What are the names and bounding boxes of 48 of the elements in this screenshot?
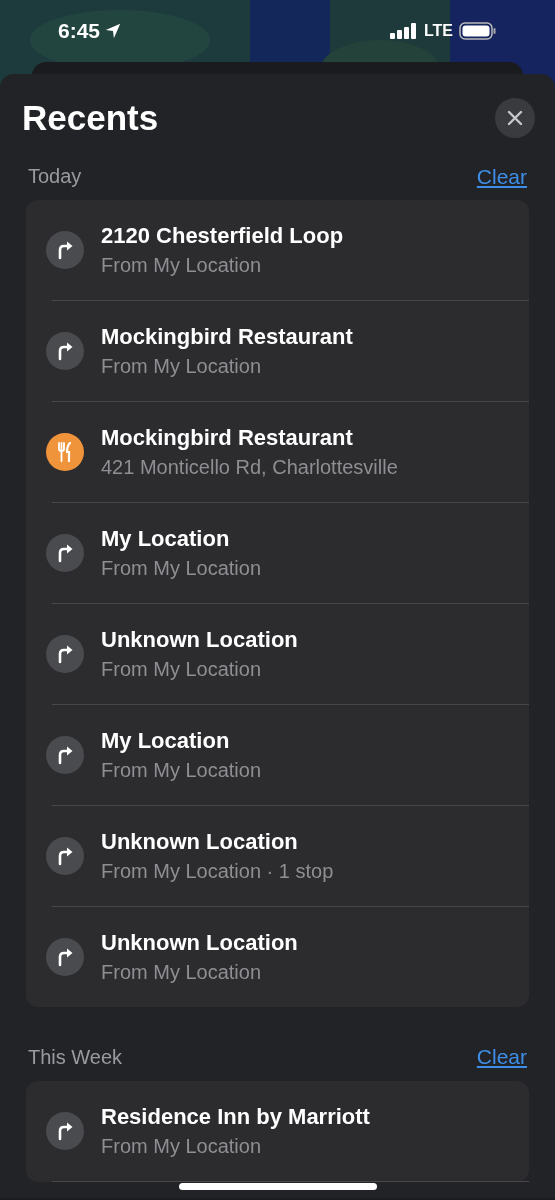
recent-item[interactable]: Mockingbird Restaurant 421 Monticello Rd, Charlottesville xyxy=(26,402,529,502)
battery-icon xyxy=(459,22,497,40)
item-title: My Location xyxy=(101,525,231,553)
close-button[interactable] xyxy=(495,98,535,139)
recent-item[interactable]: Mockingbird Restaurant From My Location xyxy=(26,301,529,401)
status-time: 6:45 xyxy=(58,18,101,45)
clear-link[interactable]: Clear xyxy=(476,1041,527,1073)
network-label: LTE xyxy=(423,21,453,41)
clear-link[interactable]: Clear xyxy=(476,160,527,192)
recent-item[interactable]: Unknown Location From My Location xyxy=(26,907,529,1007)
turn-right-icon xyxy=(46,1111,84,1150)
recent-item[interactable]: My Location From My Location xyxy=(26,503,529,603)
turn-right-icon xyxy=(46,635,84,673)
turn-right-icon xyxy=(46,332,84,370)
section-heading: This Week xyxy=(28,1044,123,1070)
item-title: Unknown Location xyxy=(101,828,299,856)
close-icon xyxy=(507,110,523,127)
fork-knife-icon xyxy=(46,433,84,471)
recent-item[interactable]: 2120 Chesterfield Loop From My Location xyxy=(26,200,529,300)
turn-right-icon xyxy=(46,736,84,774)
turn-right-icon xyxy=(46,231,84,269)
sheet-title: Recents xyxy=(22,97,159,139)
item-subtitle: From My Location xyxy=(101,556,262,581)
item-subtitle: From My Location xyxy=(101,758,262,783)
item-subtitle: From My Location · 1 stop xyxy=(101,859,334,884)
item-title: Unknown Location xyxy=(101,626,298,654)
turn-right-icon xyxy=(46,938,84,976)
location-arrow-icon xyxy=(104,22,123,40)
signal-icon xyxy=(389,23,418,39)
recent-item[interactable]: My Location From My Location xyxy=(26,705,529,805)
item-title: 2120 Chesterfield Loop xyxy=(101,222,344,250)
turn-right-icon xyxy=(46,534,84,572)
item-subtitle: From My Location xyxy=(101,354,263,379)
item-title: Unknown Location xyxy=(101,929,298,957)
item-title: Mockingbird Restaurant xyxy=(101,424,354,452)
item-title: Residence Inn by Marriott xyxy=(101,1102,370,1131)
item-title: My Location xyxy=(101,727,231,755)
item-subtitle: From My Location xyxy=(101,960,263,985)
item-subtitle: 421 Monticello Rd, Charlottesville xyxy=(101,455,398,480)
recent-item[interactable]: Unknown Location From My Location · 1 stop xyxy=(26,806,529,906)
turn-right-icon xyxy=(46,837,84,875)
item-title: Mockingbird Restaurant xyxy=(101,323,353,351)
section-heading: Today xyxy=(28,164,82,190)
recent-item[interactable]: Unknown Location From My Location xyxy=(26,604,529,704)
item-subtitle: From My Location xyxy=(101,1133,263,1159)
item-subtitle: From My Location xyxy=(101,253,263,278)
recent-item[interactable]: Residence Inn by Marriott From My Location xyxy=(26,1080,529,1181)
item-subtitle: From My Location xyxy=(101,657,263,682)
